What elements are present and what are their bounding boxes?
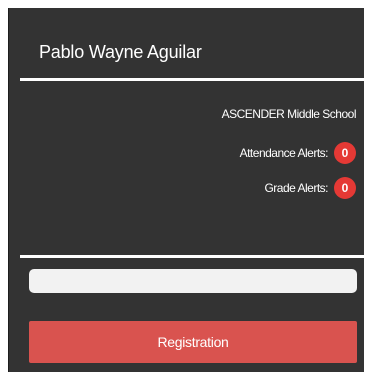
registration-button[interactable]: Registration [29, 321, 357, 363]
header-divider [20, 78, 364, 81]
grade-alerts-badge[interactable]: 0 [334, 177, 356, 199]
grade-alerts-label: Grade Alerts: [264, 181, 328, 195]
section-divider [20, 255, 364, 258]
student-card: Pablo Wayne Aguilar ASCENDER Middle Scho… [8, 8, 364, 372]
attendance-alerts-badge[interactable]: 0 [334, 142, 356, 164]
attendance-alerts-row: Attendance Alerts: 0 [240, 142, 356, 164]
school-name: ASCENDER Middle School [221, 107, 357, 121]
attendance-alerts-label: Attendance Alerts: [239, 146, 329, 160]
student-name: Pablo Wayne Aguilar [39, 42, 202, 62]
search-input[interactable] [29, 269, 357, 293]
grade-alerts-row: Grade Alerts: 0 [264, 177, 356, 199]
